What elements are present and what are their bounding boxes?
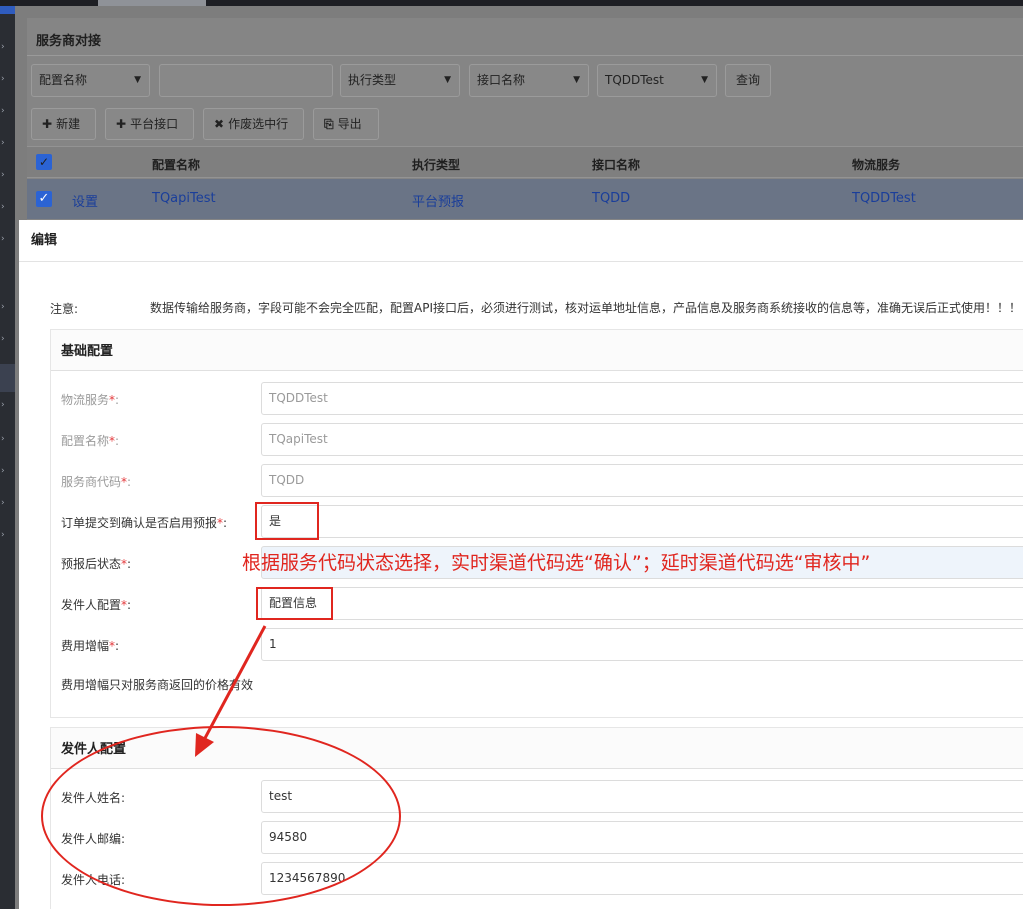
chevron-right-icon[interactable]: ›: [1, 138, 11, 148]
row-logistics: TQDDTest: [852, 191, 916, 206]
highlight-box-sender-config: [256, 587, 333, 620]
sender-config-button[interactable]: 配置信息: [261, 587, 1023, 620]
col-logistics[interactable]: 物流服务: [852, 156, 900, 173]
exec-type-select[interactable]: 执行类型 ▼: [340, 64, 460, 97]
field-sender-config: 发件人配置*: 配置信息: [61, 587, 1023, 621]
chevron-right-icon[interactable]: ›: [1, 170, 11, 180]
field-provider-code: 服务商代码*: TQDD: [61, 464, 1023, 498]
table-header: ✓ 配置名称 执行类型 接口名称 物流服务: [27, 146, 1023, 178]
select-all-checkbox[interactable]: ✓: [36, 154, 52, 170]
fee-increase-input[interactable]: 1: [261, 628, 1023, 661]
chevron-right-icon[interactable]: ›: [1, 466, 11, 476]
void-selected-button[interactable]: ✖ 作废选中行: [203, 108, 304, 140]
export-icon: ⎘: [324, 117, 334, 131]
enable-forecast-select[interactable]: 是: [261, 505, 1023, 538]
caret-down-icon: ▼: [573, 75, 580, 85]
col-exec-type[interactable]: 执行类型: [412, 156, 460, 173]
page-title: 服务商对接: [36, 34, 102, 49]
caret-down-icon: ▼: [134, 75, 141, 85]
api-name-select[interactable]: 接口名称 ▼: [469, 64, 589, 97]
field-label: 发件人配置: [61, 598, 122, 612]
chevron-right-icon[interactable]: ›: [1, 334, 11, 344]
config-name-input[interactable]: TQapiTest: [261, 423, 1023, 456]
row-checkbox[interactable]: ✓: [36, 191, 52, 207]
field-label: 预报后状态: [61, 557, 122, 571]
plus-icon: ✚: [116, 117, 127, 131]
chevron-right-icon[interactable]: ›: [1, 106, 11, 116]
nav-selected-item[interactable]: [0, 364, 15, 392]
close-icon: ✖: [214, 117, 225, 131]
table-row[interactable]: ✓ 设置 TQapiTest 平台预报 TQDD TQDDTest: [27, 179, 1023, 219]
field-label: 服务商代码: [61, 475, 122, 489]
provider-code-input[interactable]: TQDD: [261, 464, 1023, 497]
annotation-text: 根据服务代码状态选择，实时渠道代码选“确认”；延时渠道代码选“审核中”: [242, 552, 871, 574]
chevron-right-icon[interactable]: ›: [1, 42, 11, 52]
search-input[interactable]: [159, 64, 333, 97]
chevron-right-icon[interactable]: ›: [1, 498, 11, 508]
platform-api-button[interactable]: ✚ 平台接口: [105, 108, 194, 140]
notice-text: 数据传输给服务商，字段可能不会完全匹配，配置API接口后，必须进行测试，核对运单…: [150, 301, 1021, 315]
chevron-right-icon[interactable]: ›: [1, 434, 11, 444]
chevron-right-icon[interactable]: ›: [1, 302, 11, 312]
chevron-right-icon[interactable]: ›: [1, 74, 11, 84]
field-label: 订单提交到确认是否启用预报: [61, 516, 218, 530]
row-api-name: TQDD: [592, 191, 631, 206]
export-button[interactable]: ⎘ 导出: [313, 108, 379, 140]
nav-highlight: [0, 6, 15, 14]
notice-label: 注意:: [50, 302, 79, 316]
plus-icon: ✚: [42, 117, 53, 131]
caret-down-icon: ▼: [701, 75, 708, 85]
basic-config-section: 基础配置 物流服务*: TQDDTest 配置名称*: TQapiTest 服务…: [50, 329, 1023, 718]
col-api-name[interactable]: 接口名称: [592, 156, 640, 173]
logistics-input[interactable]: TQDDTest: [261, 382, 1023, 415]
sender-phone-input[interactable]: 1234567890: [261, 862, 1023, 895]
new-button[interactable]: ✚ 新建: [31, 108, 96, 140]
chevron-right-icon[interactable]: ›: [1, 530, 11, 540]
chevron-right-icon[interactable]: ›: [1, 234, 11, 244]
row-config-name: TQapiTest: [152, 191, 216, 206]
caret-down-icon: ▼: [444, 75, 451, 85]
chevron-right-icon[interactable]: ›: [1, 202, 11, 212]
field-enable-forecast: 订单提交到确认是否启用预报*: 是: [61, 505, 1023, 539]
field-label: 物流服务: [61, 393, 110, 407]
field-label: 配置名称: [61, 434, 110, 448]
query-button[interactable]: 查询: [725, 64, 771, 97]
field-config-name: 配置名称*: TQapiTest: [61, 423, 1023, 457]
modal-title: 编辑: [19, 220, 1023, 262]
left-nav: › › › › › › › › › › › › › ›: [0, 6, 15, 909]
basic-config-title: 基础配置: [51, 330, 1023, 371]
logistics-select[interactable]: TQDDTest ▼: [597, 64, 717, 97]
highlight-box-forecast: [255, 502, 319, 540]
row-exec-type: 平台预报: [412, 195, 465, 210]
field-label: 费用增幅: [61, 639, 110, 653]
divider: [27, 55, 1023, 56]
field-logistics: 物流服务*: TQDDTest: [61, 382, 1023, 416]
highlight-ellipse: [41, 726, 401, 906]
field-fee-increase: 费用增幅*: 1: [61, 628, 1023, 662]
fee-increase-hint: 费用增幅只对服务商返回的价格有效: [61, 678, 254, 692]
chevron-right-icon[interactable]: ›: [1, 400, 11, 410]
row-settings-link[interactable]: 设置: [72, 191, 98, 210]
config-name-select[interactable]: 配置名称 ▼: [31, 64, 150, 97]
col-config-name[interactable]: 配置名称: [152, 156, 200, 173]
